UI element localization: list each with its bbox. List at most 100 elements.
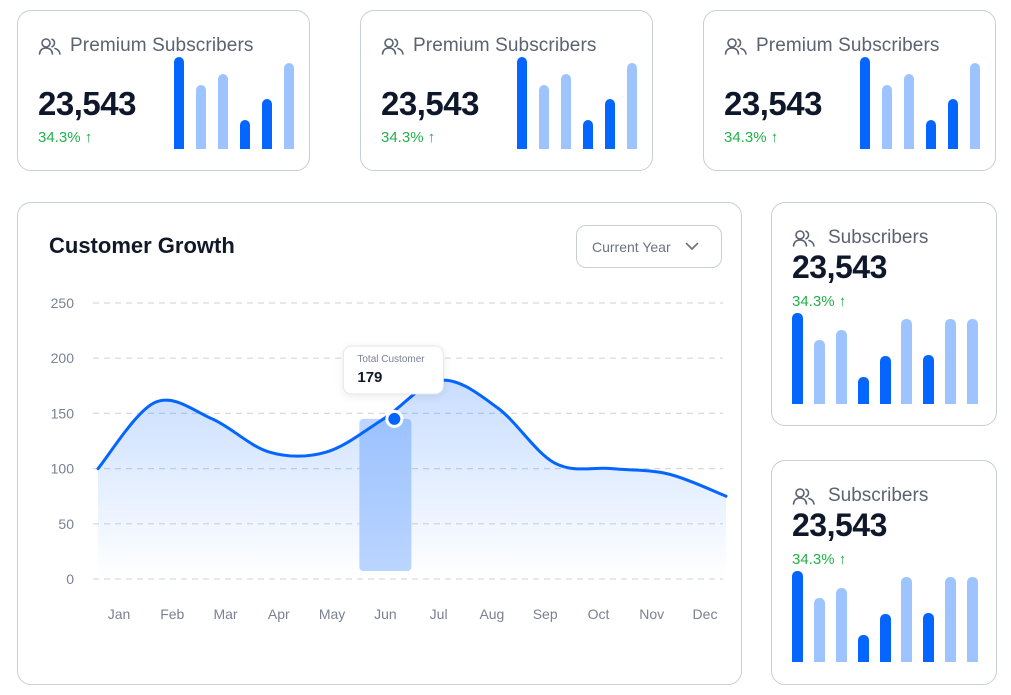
- stat-card-change: 34.3% ↑: [724, 129, 778, 146]
- x-tick-label: Oct: [588, 606, 610, 622]
- stat-card-value: 23,543: [38, 85, 136, 122]
- period-select-value: Current Year: [592, 238, 671, 255]
- mini-bar: [262, 99, 272, 149]
- chart-tooltip: Total Customer 179: [342, 345, 444, 395]
- x-tick-label: Aug: [479, 606, 504, 622]
- stat-card-change: 34.3% ↑: [381, 129, 435, 146]
- mini-bar: [901, 319, 913, 404]
- side-card-value: 23,543: [792, 507, 887, 543]
- side-card-change: 34.3% ↑: [792, 293, 846, 310]
- stat-card-header: Premium Subscribers: [38, 35, 254, 57]
- mini-bar: [860, 57, 870, 149]
- stat-card-header: Premium Subscribers: [724, 35, 940, 57]
- tooltip-label: Total Customer: [357, 354, 425, 365]
- mini-bar: [240, 120, 250, 149]
- mini-bar: [174, 57, 184, 149]
- mini-bar: [792, 571, 803, 662]
- mini-bar: [284, 63, 294, 149]
- stat-card-value: 23,543: [381, 85, 479, 122]
- x-tick-label: Jan: [108, 606, 131, 622]
- mini-bar: [967, 577, 978, 662]
- mini-bar: [879, 614, 891, 662]
- mini-bar: [967, 319, 978, 404]
- mini-bar: [882, 85, 892, 149]
- mini-bar: [879, 356, 891, 404]
- tooltip-value: 179: [357, 369, 382, 386]
- side-card-subscribers-1: Subscribers 23,543 34.3% ↑: [771, 202, 997, 426]
- mini-bar: [813, 340, 825, 404]
- y-tick-label: 50: [58, 516, 74, 532]
- mini-bar: [926, 120, 936, 149]
- arrow-up-icon: ↑: [838, 551, 847, 568]
- stat-card-label: Premium Subscribers: [70, 35, 254, 56]
- users-icon: [381, 38, 404, 55]
- mini-bar-chart: [174, 57, 294, 149]
- change-percent: 34.3%: [792, 551, 835, 568]
- stat-card-premium-1: Premium Subscribers 23,543 34.3% ↑: [17, 10, 310, 171]
- side-card-change: 34.3% ↑: [792, 551, 846, 568]
- change-percent: 34.3%: [724, 129, 767, 146]
- highlight-point[interactable]: [388, 412, 401, 425]
- mini-bar: [945, 319, 957, 404]
- x-tick-label: Apr: [268, 606, 290, 622]
- arrow-up-icon: ↑: [838, 293, 847, 310]
- x-tick-label: Jun: [374, 606, 397, 622]
- y-tick-label: 150: [51, 405, 75, 421]
- mini-bar: [218, 74, 228, 149]
- mini-bar: [948, 99, 958, 149]
- y-tick-label: 0: [66, 571, 74, 587]
- mini-bar: [923, 613, 935, 662]
- users-icon: [724, 38, 747, 55]
- change-percent: 34.3%: [792, 293, 835, 310]
- mini-bar: [835, 330, 847, 404]
- mini-bar-chart: [792, 571, 978, 662]
- chevron-down-icon: [685, 242, 698, 250]
- x-tick-label: Mar: [213, 606, 237, 622]
- side-card-label: Subscribers: [828, 227, 929, 248]
- stat-card-premium-2: Premium Subscribers 23,543 34.3% ↑: [360, 10, 653, 171]
- y-tick-label: 250: [51, 295, 75, 311]
- x-tick-label: Nov: [639, 606, 664, 622]
- change-percent: 34.3%: [381, 129, 424, 146]
- mini-bar: [857, 635, 869, 662]
- users-icon: [792, 230, 815, 247]
- arrow-up-icon: ↑: [427, 129, 436, 146]
- x-tick-label: Dec: [693, 606, 718, 622]
- mini-bar: [539, 85, 549, 149]
- users-icon: [38, 38, 61, 55]
- mini-bar: [583, 120, 593, 149]
- mini-bar: [605, 99, 615, 149]
- stat-card-change: 34.3% ↑: [38, 129, 92, 146]
- mini-bar-chart: [517, 57, 637, 149]
- chart-title: Customer Growth: [49, 233, 235, 258]
- x-tick-label: Jul: [430, 606, 448, 622]
- side-card-label: Subscribers: [828, 485, 929, 506]
- mini-bar: [561, 74, 571, 149]
- stat-card-label: Premium Subscribers: [413, 35, 597, 56]
- mini-bar: [835, 588, 847, 662]
- x-tick-label: May: [319, 606, 345, 622]
- mini-bar: [627, 63, 637, 149]
- stat-card-value: 23,543: [724, 85, 822, 122]
- arrow-up-icon: ↑: [770, 129, 779, 146]
- side-card-header: Subscribers: [792, 485, 928, 507]
- mini-bar: [901, 577, 913, 662]
- side-card-value: 23,543: [792, 249, 887, 285]
- mini-bar: [970, 63, 980, 149]
- mini-bar: [857, 377, 869, 404]
- x-tick-label: Feb: [160, 606, 184, 622]
- y-tick-label: 200: [51, 350, 75, 366]
- mini-bar: [792, 313, 803, 404]
- customer-growth-card: 0 50 100 150 200 250 Jan Feb Mar Apr May Jun Jul Aug…: [17, 202, 742, 685]
- mini-bar: [813, 598, 825, 662]
- mini-bar: [517, 57, 527, 149]
- side-card-header: Subscribers: [792, 227, 928, 249]
- users-icon: [792, 488, 815, 505]
- x-tick-label: Sep: [533, 606, 558, 622]
- stat-card-label: Premium Subscribers: [756, 35, 940, 56]
- mini-bar: [904, 74, 914, 149]
- change-percent: 34.3%: [38, 129, 81, 146]
- period-select[interactable]: Current Year: [576, 225, 722, 268]
- mini-bar-chart: [860, 57, 980, 149]
- y-tick-label: 100: [51, 461, 75, 477]
